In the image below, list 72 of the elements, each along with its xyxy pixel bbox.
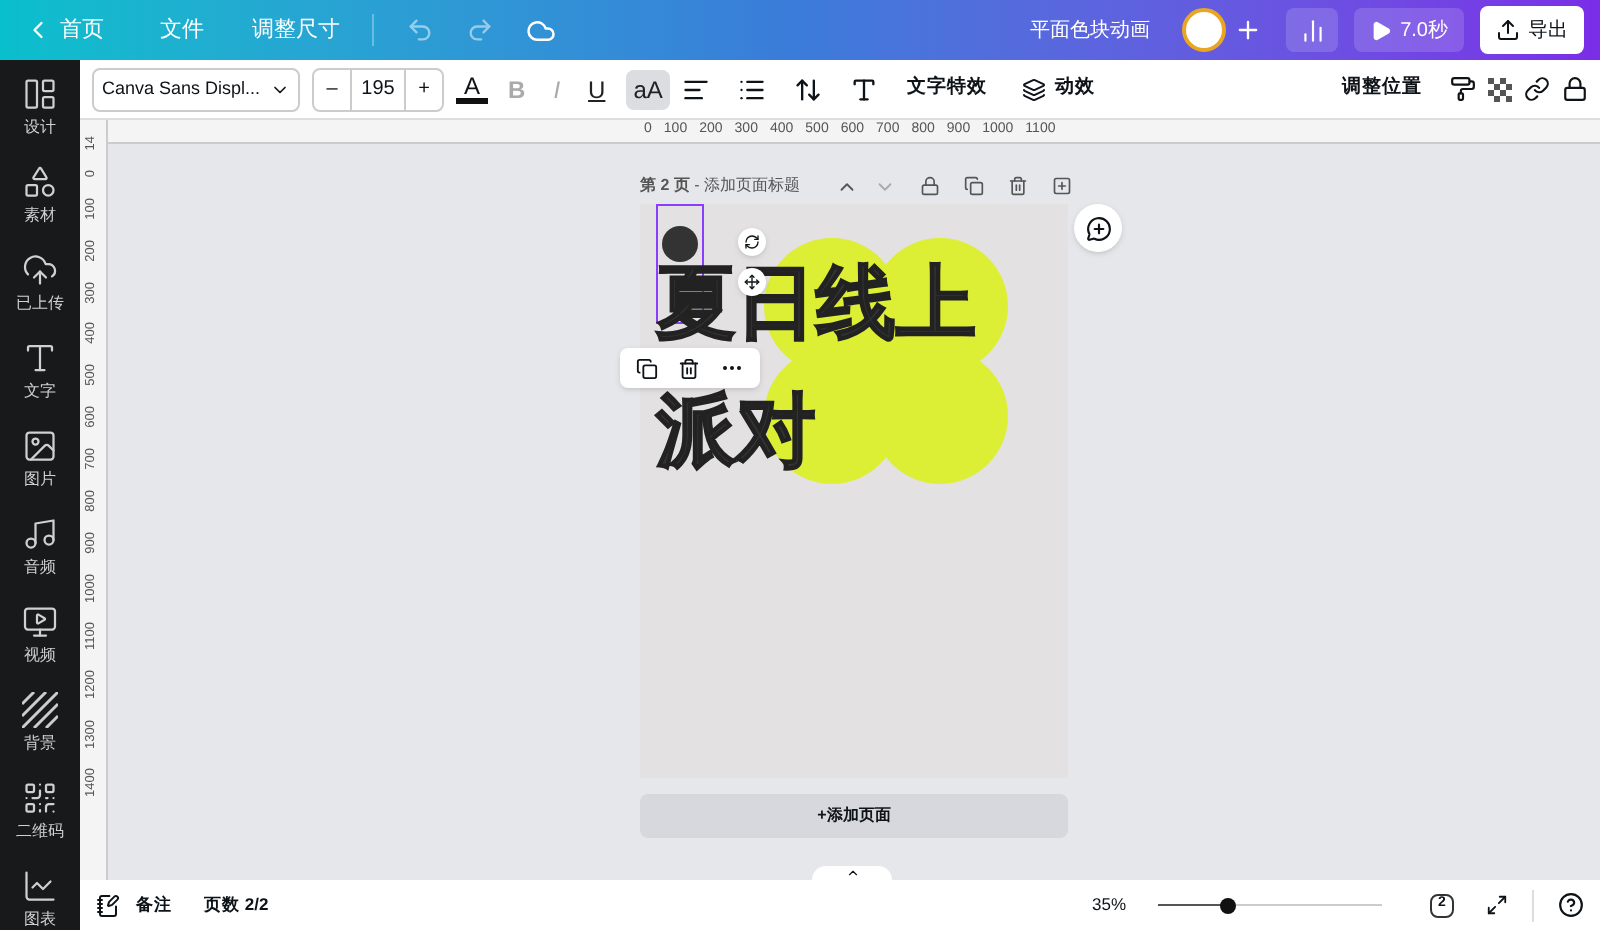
zoom-slider[interactable] [1158, 897, 1382, 913]
animate-button[interactable]: 动效 [1022, 74, 1095, 104]
add-page-button[interactable]: +添加页面 [640, 794, 1068, 838]
sidebar-item[interactable]: 素材 [22, 164, 58, 228]
trash-icon[interactable] [678, 357, 700, 379]
add-page-icon[interactable] [1052, 176, 1072, 196]
notes-icon[interactable] [96, 893, 120, 917]
comment-button[interactable] [1074, 204, 1122, 252]
comment-add-icon [1085, 215, 1111, 241]
uploads-icon [22, 252, 58, 288]
page-title[interactable]: 第 2 页 - 添加页面标题 [640, 174, 801, 198]
fullscreen-icon[interactable] [1486, 894, 1508, 916]
cloud-icon[interactable] [526, 15, 556, 45]
video-icon [22, 604, 58, 640]
sidebar-item[interactable]: 已上传 [16, 252, 64, 316]
bar-chart-icon [1299, 17, 1326, 43]
design-title[interactable]: 平面色块动画 [1030, 15, 1151, 45]
export-button[interactable]: 导出 [1480, 6, 1584, 54]
qr-icon [22, 780, 58, 816]
style-toggle[interactable]: U [580, 69, 614, 109]
sidebar-item[interactable]: 图表 [22, 868, 58, 930]
page-counter[interactable]: 页数 2/2 [204, 892, 269, 918]
slider-thumb[interactable] [1219, 897, 1236, 913]
text-effects-button[interactable]: 文字特效 [906, 74, 987, 104]
rotate-handle[interactable] [738, 228, 766, 256]
insights-button[interactable] [1286, 8, 1339, 52]
font-size-field[interactable]: 195 [350, 69, 406, 109]
hatch-icon [22, 692, 58, 728]
align-icon[interactable] [682, 75, 711, 103]
spacing-icon[interactable] [794, 75, 823, 103]
paint-roller-icon[interactable] [1450, 76, 1476, 102]
sidebar-item[interactable]: 图片 [22, 428, 58, 492]
trash-icon[interactable] [1008, 176, 1028, 196]
font-select[interactable]: Canva Sans Displ... [92, 67, 300, 111]
zoom-percent[interactable]: 35% [1091, 892, 1126, 918]
list-icon[interactable] [738, 75, 767, 103]
link-icon[interactable] [1524, 76, 1550, 102]
chevron-up-icon [845, 866, 859, 880]
move-handle[interactable] [738, 268, 766, 296]
duplicate-icon[interactable] [636, 357, 658, 379]
style-toggle[interactable]: aA [625, 69, 671, 109]
decrease-button[interactable]: – [314, 69, 350, 109]
audio-icon [22, 516, 58, 552]
sidebar-item[interactable]: 背景 [22, 692, 58, 756]
sidebar-item[interactable]: 视频 [22, 604, 58, 668]
sidebar-item[interactable]: 二维码 [16, 780, 64, 844]
play-button[interactable]: 7.0秒 [1354, 8, 1464, 52]
lock-icon[interactable] [920, 176, 940, 196]
text-size-icon[interactable] [850, 75, 879, 103]
layers-icon [1022, 77, 1047, 101]
text-icon [22, 340, 58, 376]
text-color-button[interactable]: A [456, 74, 489, 104]
rotate-icon [744, 234, 760, 250]
elements-icon [22, 164, 58, 200]
upload-icon [1496, 18, 1520, 42]
sidebar-item[interactable]: 设计 [22, 76, 58, 140]
notes-button[interactable]: 备注 [136, 892, 172, 918]
avatar[interactable] [1182, 8, 1227, 52]
photos-icon [22, 428, 58, 464]
lock-icon[interactable] [1562, 76, 1588, 102]
increase-button[interactable]: + [406, 69, 442, 109]
duplicate-icon[interactable] [964, 176, 984, 196]
move-icon [744, 274, 760, 290]
play-icon [1370, 19, 1393, 41]
add-icon[interactable] [1234, 16, 1263, 44]
sidebar-item[interactable]: 文字 [22, 340, 58, 404]
design-icon [22, 76, 58, 112]
transparency-icon[interactable] [1488, 77, 1512, 101]
charts-icon [22, 868, 58, 904]
position-button[interactable]: 调整位置 [1342, 74, 1422, 104]
sidebar-item[interactable]: 音频 [22, 516, 58, 580]
help-icon[interactable] [1558, 892, 1584, 918]
